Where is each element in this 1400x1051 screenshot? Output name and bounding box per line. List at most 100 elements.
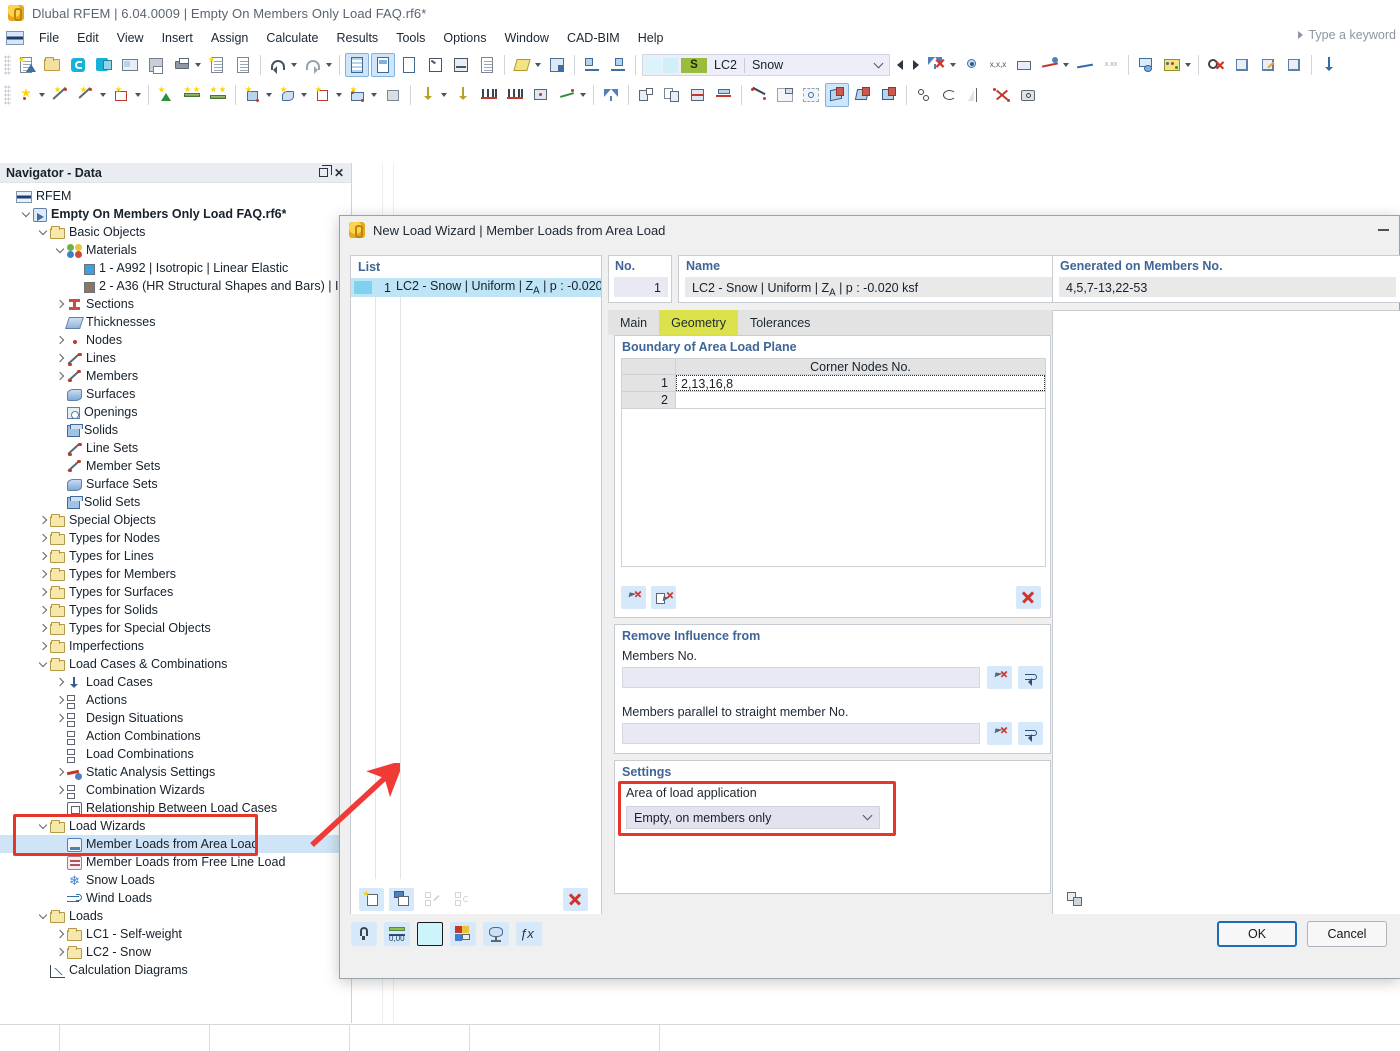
name-input[interactable]: LC2 - Snow | Uniform | ZA | p : -0.020 k…: [685, 277, 1078, 297]
export-view-icon[interactable]: [1062, 887, 1087, 910]
tree-item-load-combinations[interactable]: Load Combinations: [0, 745, 351, 763]
chevron-down-icon[interactable]: [36, 655, 50, 673]
tree-item-materials[interactable]: Materials: [0, 241, 351, 259]
chevron-down-icon[interactable]: [36, 817, 50, 835]
pick-nodes-icon[interactable]: [621, 586, 646, 609]
tree-item-solids[interactable]: Solids: [0, 421, 351, 439]
copy-item-icon[interactable]: [389, 888, 414, 911]
menu-insert[interactable]: Insert: [153, 29, 202, 47]
tree-item-types-for-special-objects[interactable]: Types for Special Objects: [0, 619, 351, 637]
redo-icon[interactable]: [301, 53, 325, 77]
tab-tolerances[interactable]: Tolerances: [738, 310, 822, 335]
chevron-right-icon[interactable]: [53, 367, 67, 385]
new-member-icon[interactable]: [75, 83, 99, 107]
console-icon[interactable]: [423, 53, 447, 77]
toolbar-grip[interactable]: [4, 55, 11, 75]
tree-item-types-for-lines[interactable]: Types for Lines: [0, 547, 351, 565]
abacus-dropdown-icon[interactable]: [1185, 63, 1191, 67]
section-cube-icon[interactable]: [1282, 53, 1306, 77]
menu-window[interactable]: Window: [495, 29, 557, 47]
menu-edit[interactable]: Edit: [68, 29, 108, 47]
nodal-load-dropdown-icon[interactable]: [441, 93, 447, 97]
tree-item-surface-sets[interactable]: Surface Sets: [0, 475, 351, 493]
chevron-right-icon[interactable]: [36, 565, 50, 583]
loads-diagram-icon[interactable]: [510, 53, 534, 77]
work-plane-yz-icon[interactable]: [877, 83, 901, 107]
model-properties-icon[interactable]: [118, 53, 142, 77]
tree-item-combination-wizards[interactable]: Combination Wizards: [0, 781, 351, 799]
menu-calculate[interactable]: Calculate: [257, 29, 327, 47]
menu-help[interactable]: Help: [629, 29, 673, 47]
redo-dropdown-icon[interactable]: [326, 63, 332, 67]
keyword-search-box[interactable]: Type a keyword: [1298, 28, 1396, 42]
work-plane-xz-icon[interactable]: [851, 83, 875, 107]
tree-item-load-wizards[interactable]: Load Wizards: [0, 817, 351, 835]
tree-item-relationship-between-load-cases[interactable]: Relationship Between Load Cases: [0, 799, 351, 817]
imperfection-icon[interactable]: [555, 83, 579, 107]
delete-objects-icon[interactable]: [990, 83, 1014, 107]
chevron-right-icon[interactable]: [36, 601, 50, 619]
tree-item-empty-on-members-only-load-faq-rf6[interactable]: Empty On Members Only Load FAQ.rf6*: [0, 205, 351, 223]
mirror-plane-icon[interactable]: [964, 83, 988, 107]
chevron-right-icon[interactable]: [53, 943, 67, 961]
new-opening-dropdown-icon[interactable]: [301, 93, 307, 97]
loads-dropdown-icon[interactable]: [535, 63, 541, 67]
new-node-icon[interactable]: [14, 83, 38, 107]
chevron-right-icon[interactable]: [53, 331, 67, 349]
reset-icon[interactable]: [1018, 666, 1043, 689]
tree-item-rfem[interactable]: RFEM: [0, 187, 351, 205]
previous-load-case-icon[interactable]: [892, 54, 908, 76]
tree-item-types-for-solids[interactable]: Types for Solids: [0, 601, 351, 619]
script-icon[interactable]: [449, 53, 473, 77]
new-solid-set-icon[interactable]: [381, 83, 405, 107]
load-case-combo[interactable]: S LC2 Snow: [642, 54, 890, 76]
tree-item-load-cases-combinations[interactable]: Load Cases & Combinations: [0, 655, 351, 673]
tree-item-surfaces[interactable]: Surfaces: [0, 385, 351, 403]
tree-item-line-sets[interactable]: Line Sets: [0, 439, 351, 457]
tree-item-imperfections[interactable]: Imperfections: [0, 637, 351, 655]
visibility-icon[interactable]: [960, 53, 984, 77]
details-panel-icon[interactable]: [397, 53, 421, 77]
chevron-down-icon[interactable]: [867, 64, 889, 67]
chevron-right-icon[interactable]: [53, 349, 67, 367]
table-row[interactable]: 2: [621, 392, 1046, 409]
chevron-right-icon[interactable]: [53, 781, 67, 799]
add-load-icon[interactable]: [545, 53, 569, 77]
close-icon[interactable]: ✕: [331, 165, 347, 181]
navigator-tree[interactable]: RFEMEmpty On Members Only Load FAQ.rf6*B…: [0, 183, 351, 1021]
support-view-icon[interactable]: [580, 53, 604, 77]
chevron-right-icon[interactable]: [53, 709, 67, 727]
new-member-set-icon[interactable]: [346, 83, 370, 107]
preview-panel[interactable]: [1052, 310, 1400, 920]
tree-item-2-a36-hr-structural-shapes-and-bars-isotro[interactable]: 2 - A36 (HR Structural Shapes and Bars) …: [0, 277, 351, 295]
display-properties-icon[interactable]: [450, 922, 476, 946]
imperfection-dropdown-icon[interactable]: [580, 93, 586, 97]
minimize-icon[interactable]: [1367, 217, 1399, 243]
tree-item-basic-objects[interactable]: Basic Objects: [0, 223, 351, 241]
chevron-right-icon[interactable]: [36, 619, 50, 637]
tree-item-types-for-members[interactable]: Types for Members: [0, 565, 351, 583]
tab-geometry[interactable]: Geometry: [659, 310, 738, 335]
tree-item-load-cases[interactable]: Load Cases: [0, 673, 351, 691]
tree-item-loads[interactable]: Loads: [0, 907, 351, 925]
menu-results[interactable]: Results: [328, 29, 388, 47]
open-icon[interactable]: [40, 53, 64, 77]
tree-item-member-loads-from-free-line-load[interactable]: Member Loads from Free Line Load: [0, 853, 351, 871]
free-load-icon[interactable]: [529, 83, 553, 107]
nodal-load-icon[interactable]: [416, 83, 440, 107]
new-line-set-icon[interactable]: [311, 83, 335, 107]
pick-icon[interactable]: [987, 722, 1012, 745]
menu-options[interactable]: Options: [434, 29, 495, 47]
tree-item-members[interactable]: Members: [0, 367, 351, 385]
deformation-icon[interactable]: [1038, 53, 1062, 77]
area-of-load-application-select[interactable]: Empty, on members only: [626, 806, 880, 829]
table-row[interactable]: 1 2,13,16,8: [621, 375, 1046, 392]
tree-item-lc2-snow[interactable]: LC2 - Snow: [0, 943, 351, 961]
chevron-down-icon[interactable]: [36, 223, 50, 241]
work-plane-xy-icon[interactable]: [825, 83, 849, 107]
units-icon[interactable]: 0,00: [384, 922, 410, 946]
object-snap-icon[interactable]: [912, 83, 936, 107]
delete-icon[interactable]: [1016, 586, 1041, 609]
chevron-right-icon[interactable]: [36, 511, 50, 529]
chevron-right-icon[interactable]: [53, 925, 67, 943]
